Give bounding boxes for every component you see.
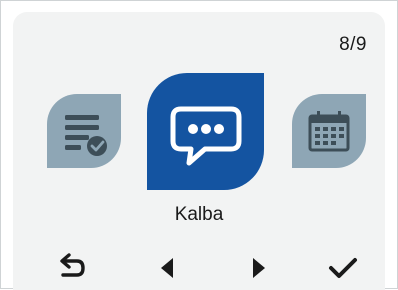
back-icon <box>60 253 85 277</box>
back-button[interactable] <box>47 252 95 284</box>
checkmark-icon <box>329 258 357 278</box>
arrow-right-icon <box>253 258 265 278</box>
menu-tile-calendar[interactable] <box>292 94 366 168</box>
device-frame: 8/9 Kalba <box>0 0 398 290</box>
selected-item-label: Kalba <box>174 204 224 225</box>
checklist-icon <box>65 115 107 156</box>
speech-bubble-icon <box>170 106 242 166</box>
confirm-button[interactable] <box>319 252 367 284</box>
menu-tile-checklist[interactable] <box>47 94 121 168</box>
page-indicator: 8/9 <box>339 34 367 55</box>
calendar-icon <box>308 111 350 152</box>
device-screen: 8/9 Kalba <box>13 12 385 290</box>
arrow-left-icon <box>161 258 173 278</box>
next-button[interactable] <box>235 252 283 284</box>
menu-tile-selected[interactable] <box>147 73 264 190</box>
previous-button[interactable] <box>143 252 191 284</box>
